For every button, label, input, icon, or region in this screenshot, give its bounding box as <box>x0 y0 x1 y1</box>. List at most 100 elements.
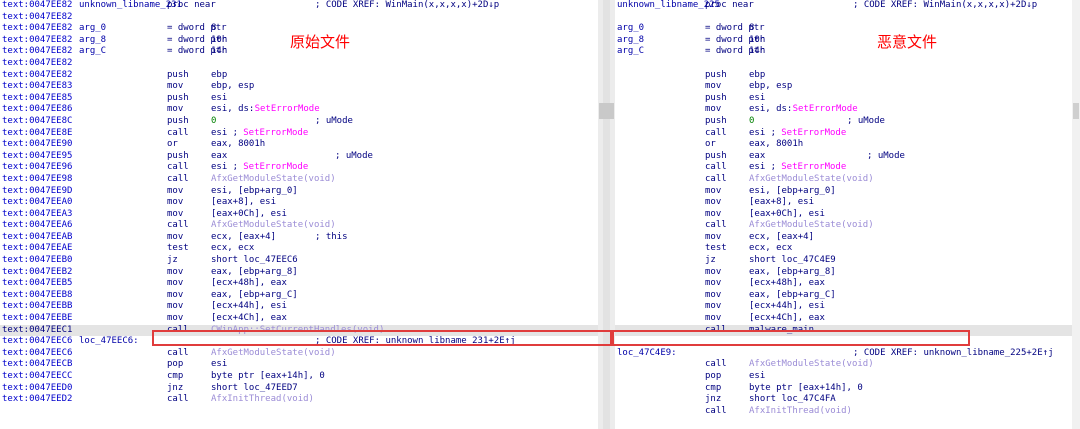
line-api-symbol[interactable]: SetErrorMode <box>243 162 308 174</box>
line-mnemonic: call <box>167 347 189 358</box>
code-line[interactable] <box>615 12 1080 24</box>
line-label[interactable]: loc_47C4E9: <box>617 348 677 360</box>
code-line[interactable]: text:0047EECC cmp byte ptr [eax+14h], 0 <box>0 371 598 383</box>
line-api-symbol[interactable]: SetErrorMode <box>781 128 846 140</box>
code-line[interactable]: text:0047EE85 push esi <box>0 93 598 105</box>
code-line[interactable]: mov [eax+8], esi <box>615 197 1080 209</box>
line-address: text:0047EEAE <box>2 243 73 254</box>
code-line[interactable]: text:0047EE95 push eax ; uMode <box>0 151 598 163</box>
line-function-ref[interactable]: AfxInitThread(void) <box>749 406 852 418</box>
line-label[interactable]: arg_0 <box>79 23 106 35</box>
code-line[interactable]: text:0047EEBB mov [ecx+44h], esi <box>0 301 598 313</box>
code-line[interactable]: text:0047EE96 call esi ; SetErrorMode <box>0 162 598 174</box>
code-line[interactable]: push ebp <box>615 70 1080 82</box>
code-line[interactable]: text:0047EE82 unknown_libname_231 proc nea… <box>0 0 598 12</box>
code-line[interactable]: text:0047EEAE test ecx, ecx <box>0 243 598 255</box>
code-line[interactable]: call esi ; SetErrorMode <box>615 128 1080 140</box>
line-label[interactable]: arg_0 <box>617 23 644 35</box>
code-line[interactable]: push eax ; uMode <box>615 151 1080 163</box>
code-line[interactable] <box>615 58 1080 70</box>
code-line[interactable]: arg_C = dword ptr 14h <box>615 46 1080 58</box>
code-line[interactable]: text:0047EEA0 mov [eax+8], esi <box>0 197 598 209</box>
line-api-symbol[interactable]: SetErrorMode <box>243 128 308 140</box>
line-api-symbol[interactable]: SetErrorMode <box>793 104 858 116</box>
code-line[interactable]: test ecx, ecx <box>615 243 1080 255</box>
code-line[interactable]: arg_8 = dword ptr 10h <box>615 35 1080 47</box>
divider-scroll-thumb[interactable] <box>599 103 614 119</box>
code-line[interactable]: text:0047EEB8 mov eax, [ebp+arg_C] <box>0 290 598 302</box>
code-line[interactable]: mov ecx, [eax+4] <box>615 232 1080 244</box>
line-function-ref[interactable]: AfxGetModuleState(void) <box>211 348 336 360</box>
code-line[interactable]: text:0047EE83 mov ebp, esp <box>0 81 598 93</box>
line-label[interactable]: arg_C <box>79 46 106 58</box>
code-line[interactable]: mov eax, [ebp+arg_8] <box>615 267 1080 279</box>
code-line[interactable]: jnz short loc_47C4FA <box>615 394 1080 406</box>
code-line[interactable]: text:0047EED0 jnz short loc_47EED7 <box>0 383 598 395</box>
line-label[interactable]: arg_8 <box>617 35 644 47</box>
code-line[interactable]: push esi <box>615 93 1080 105</box>
code-line[interactable]: text:0047EE82 <box>0 12 598 24</box>
code-line[interactable]: mov esi, [ebp+arg_0] <box>615 186 1080 198</box>
code-line[interactable]: text:0047EEA6 call AfxGetModuleState(void) <box>0 220 598 232</box>
code-line[interactable]: call AfxGetModuleState(void) <box>615 220 1080 232</box>
code-line[interactable]: text:0047EE9D mov esi, [ebp+arg_0] <box>0 186 598 198</box>
code-line[interactable]: loc_47C4E9: ; CODE XREF: unknown_libname_… <box>615 348 1080 360</box>
code-line[interactable]: text:0047EEA3 mov [eax+0Ch], esi <box>0 209 598 221</box>
code-line[interactable]: call esi ; SetErrorMode <box>615 162 1080 174</box>
code-line[interactable]: mov [ecx+44h], esi <box>615 301 1080 313</box>
code-line[interactable]: arg_0 = dword ptr 8 <box>615 23 1080 35</box>
line-label[interactable]: arg_8 <box>79 35 106 47</box>
line-function-ref[interactable]: AfxInitThread(void) <box>211 394 314 406</box>
code-line[interactable]: text:0047EECB pop esi <box>0 359 598 371</box>
line-api-symbol[interactable]: SetErrorMode <box>255 104 320 116</box>
code-line[interactable]: text:0047EEB0 jz short loc_47EEC6 <box>0 255 598 267</box>
code-line[interactable]: cmp byte ptr [eax+14h], 0 <box>615 383 1080 395</box>
code-line[interactable]: text:0047EEC6 call AfxGetModuleState(void) <box>0 348 598 360</box>
original-disassembly-pane[interactable]: text:0047EE82 unknown_libname_231 proc nea… <box>0 0 598 429</box>
line-operand: [ecx+48h], eax <box>749 278 825 289</box>
line-label[interactable]: arg_C <box>617 46 644 58</box>
right-scroll-thumb[interactable] <box>1073 103 1079 119</box>
malicious-disassembly-pane[interactable]: unknown_libname_225 proc near; CODE XREF:… <box>615 0 1080 429</box>
code-line[interactable]: mov eax, [ebp+arg_C] <box>615 290 1080 302</box>
code-line[interactable]: jz short loc_47C4E9 <box>615 255 1080 267</box>
code-line[interactable]: call AfxGetModuleState(void) <box>615 174 1080 186</box>
code-line[interactable]: mov [eax+0Ch], esi <box>615 209 1080 221</box>
code-line[interactable]: or eax, 8001h <box>615 139 1080 151</box>
code-line[interactable]: push 0 ; uMode <box>615 116 1080 128</box>
code-line[interactable]: mov [ecx+48h], eax <box>615 278 1080 290</box>
code-line[interactable]: text:0047EE82 push ebp <box>0 70 598 82</box>
line-operand: 10h <box>749 34 766 45</box>
line-function-ref[interactable]: AfxGetModuleState(void) <box>211 174 336 186</box>
line-function-ref[interactable]: AfxGetModuleState(void) <box>749 174 874 186</box>
line-label[interactable]: loc_47EEC6: <box>79 336 139 348</box>
code-line[interactable]: text:0047EE86 mov esi, ds: SetErrorMode <box>0 104 598 116</box>
code-line[interactable]: unknown_libname_225 proc near; CODE XREF:… <box>615 0 1080 12</box>
code-line[interactable]: text:0047EEAB mov ecx, [eax+4] ; this <box>0 232 598 244</box>
code-line[interactable]: text:0047EE90 or eax, 8001h <box>0 139 598 151</box>
code-line[interactable]: text:0047EE82 <box>0 58 598 70</box>
code-line[interactable]: call AfxGetModuleState(void) <box>615 359 1080 371</box>
code-line[interactable]: mov [ecx+4Ch], eax <box>615 313 1080 325</box>
line-function-ref[interactable]: AfxGetModuleState(void) <box>749 359 874 371</box>
code-line[interactable]: text:0047EE98 call AfxGetModuleState(void) <box>0 174 598 186</box>
code-line[interactable]: mov ebp, esp <box>615 81 1080 93</box>
code-line[interactable]: text:0047EEB5 mov [ecx+48h], eax <box>0 278 598 290</box>
code-line[interactable]: mov esi, ds: SetErrorMode <box>615 104 1080 116</box>
pane-divider[interactable] <box>598 0 615 429</box>
code-line[interactable]: text:0047EE8E call esi ; SetErrorMode <box>0 128 598 140</box>
code-line[interactable]: text:0047EED2 call AfxInitThread(void) <box>0 394 598 406</box>
line-function-ref[interactable]: AfxGetModuleState(void) <box>749 220 874 232</box>
line-operand: [eax+8], esi <box>211 197 277 208</box>
code-line[interactable]: call AfxInitThread(void) <box>615 406 1080 418</box>
right-scrollbar[interactable] <box>1072 0 1080 429</box>
code-line[interactable]: text:0047EE8C push 0 ; uMode <box>0 116 598 128</box>
line-mnemonic: call <box>167 220 189 231</box>
code-line[interactable]: pop esi <box>615 371 1080 383</box>
line-address: text:0047EE86 <box>2 104 73 115</box>
line-function-ref[interactable]: AfxGetModuleState(void) <box>211 220 336 232</box>
line-address: text:0047EE96 <box>2 162 73 173</box>
line-api-symbol[interactable]: SetErrorMode <box>781 162 846 174</box>
code-line[interactable]: text:0047EEB2 mov eax, [ebp+arg_8] <box>0 267 598 279</box>
code-line[interactable]: text:0047EEBE mov [ecx+4Ch], eax <box>0 313 598 325</box>
